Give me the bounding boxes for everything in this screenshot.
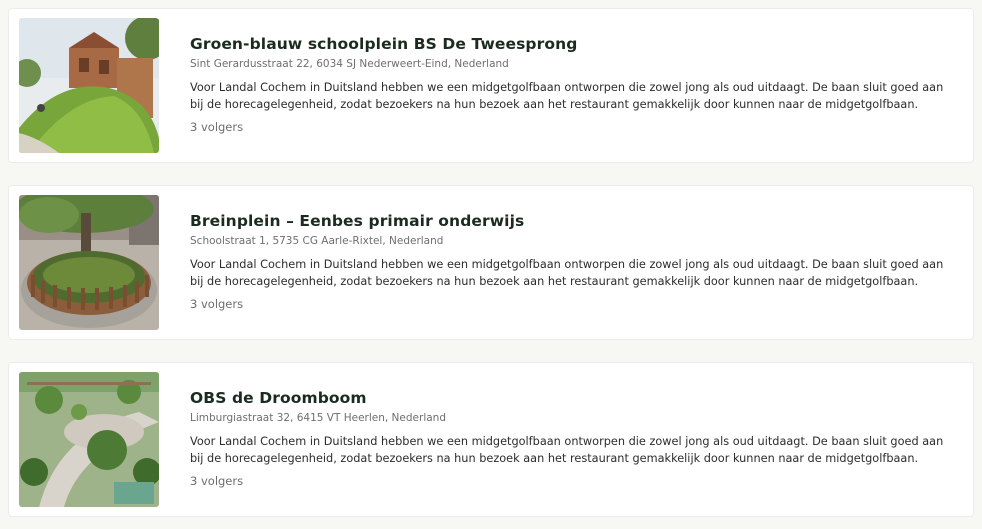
project-card[interactable]: Groen-blauw schoolplein BS De Tweesprong… xyxy=(8,8,974,163)
project-info: Breinplein – Eenbes primair onderwijs Sc… xyxy=(190,210,950,312)
followers-count: 3 volgers xyxy=(190,120,244,134)
followers-count: 3 volgers xyxy=(190,474,244,488)
project-address: Limburgiastraat 32, 6415 VT Heerlen, Ned… xyxy=(190,412,446,424)
project-list: Groen-blauw schoolplein BS De Tweesprong… xyxy=(0,0,982,529)
project-description: Voor Landal Cochem in Duitsland hebben w… xyxy=(190,258,944,288)
project-info: OBS de Droomboom Limburgiastraat 32, 641… xyxy=(190,387,950,489)
tree-planter-photo-icon[interactable] xyxy=(19,195,159,330)
project-title[interactable]: OBS de Droomboom xyxy=(190,387,950,409)
project-card[interactable]: OBS de Droomboom Limburgiastraat 32, 641… xyxy=(8,362,974,517)
project-address: Schoolstraat 1, 5735 CG Aarle-Rixtel, Ne… xyxy=(190,235,444,247)
followers-count: 3 volgers xyxy=(190,297,244,311)
project-title[interactable]: Breinplein – Eenbes primair onderwijs xyxy=(190,210,950,232)
project-description: Voor Landal Cochem in Duitsland hebben w… xyxy=(190,81,944,111)
project-info: Groen-blauw schoolplein BS De Tweesprong… xyxy=(190,33,950,135)
schoolyard-render-photo-icon[interactable] xyxy=(19,372,159,507)
project-card[interactable]: Breinplein – Eenbes primair onderwijs Sc… xyxy=(8,185,974,340)
project-title[interactable]: Groen-blauw schoolplein BS De Tweesprong xyxy=(190,33,950,55)
playground-photo-icon[interactable] xyxy=(19,18,159,153)
project-address: Sint Gerardusstraat 22, 6034 SJ Nederwee… xyxy=(190,58,509,70)
project-description: Voor Landal Cochem in Duitsland hebben w… xyxy=(190,435,944,465)
